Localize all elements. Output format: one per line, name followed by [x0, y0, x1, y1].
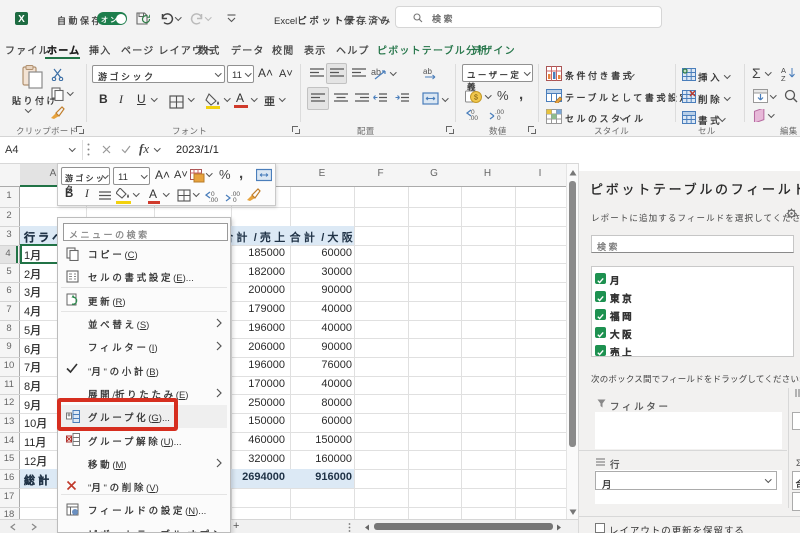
svg-text:$: $: [474, 95, 478, 102]
svg-text:0: 0: [233, 197, 237, 203]
svg-text:ab: ab: [423, 67, 432, 76]
svg-text:0: 0: [497, 115, 501, 121]
svg-text:.00: .00: [469, 115, 478, 121]
svg-text:.00: .00: [209, 197, 218, 203]
svg-text:X: X: [18, 14, 25, 25]
svg-text:Z: Z: [781, 74, 786, 82]
